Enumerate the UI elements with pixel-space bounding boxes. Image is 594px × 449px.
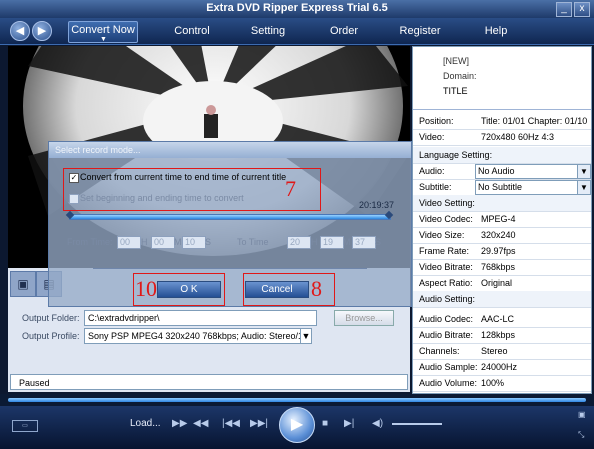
menu-setting[interactable]: Setting <box>228 25 308 37</box>
disc-info: [NEW] Domain: TITLE <box>413 47 591 110</box>
time-display: 20:19:37 <box>359 200 395 210</box>
menu-order[interactable]: Order <box>304 25 384 37</box>
from-second-field[interactable]: 10 <box>182 236 206 249</box>
audio-section: Audio Setting: <box>413 291 591 308</box>
channels-row: Channels: Stereo <box>413 343 591 360</box>
audio-row: Audio: No Audio ▼ <box>413 163 591 180</box>
chevron-down-icon: ▼ <box>577 181 590 194</box>
player-controls: ▭ Load... ▶▶ ◀◀ |◀◀ ▶▶| ▶ ■ ▶| ◀) ▣ ⤡ <box>0 406 594 449</box>
snapshot-icon[interactable]: ▣ <box>10 271 36 297</box>
output-profile-select[interactable]: Sony PSP MPEG4 320x240 768kbps; Audio: S… <box>84 328 303 344</box>
window-title: Extra DVD Ripper Express Trial 6.5 <box>206 2 388 14</box>
audio-label: Audio: <box>419 166 445 176</box>
convert-now-label: Convert Now <box>71 24 135 36</box>
resize-icon[interactable]: ⤡ <box>578 430 584 440</box>
seek-track[interactable] <box>8 398 586 402</box>
second-unit: S <box>205 237 212 247</box>
audio-sample-row: Audio Sample: 24000Hz <box>413 359 591 376</box>
aspect-ratio-row: Aspect Ratio: Original <box>413 275 591 292</box>
position-row: Position: Title: 01/01 Chapter: 01/10 <box>413 113 591 130</box>
close-button[interactable]: x <box>574 2 590 17</box>
video-codec-row: Video Codec: MPEG-4 <box>413 211 591 228</box>
stop-icon[interactable]: ■ <box>322 418 328 429</box>
audio-bitrate-row: Audio Bitrate: 128kbps <box>413 327 591 344</box>
fullscreen-icon[interactable]: ▣ <box>578 410 586 419</box>
volume-icon[interactable]: ◀) <box>372 418 383 429</box>
rewind-icon[interactable]: ◀◀ <box>193 418 208 429</box>
minute-unit: M <box>343 237 351 247</box>
position-value: Title: 01/01 Chapter: 01/10 <box>481 116 588 126</box>
forward-icon[interactable]: ▶ <box>32 21 52 41</box>
hour-unit: H <box>311 237 318 247</box>
audio-codec-row: Audio Codec: AAC-LC <box>413 311 591 328</box>
fast-forward-icon[interactable]: ▶▶ <box>172 418 187 429</box>
to-time-label: To Time <box>237 237 269 247</box>
output-profile-label: Output Profile: <box>22 331 80 341</box>
info-panel: [NEW] Domain: TITLE Position: Title: 01/… <box>412 46 592 394</box>
video-value: 720x480 60Hz 4:3 <box>481 132 555 142</box>
previous-icon[interactable]: |◀◀ <box>222 418 240 429</box>
minimize-button[interactable]: _ <box>556 2 572 17</box>
browse-button[interactable]: Browse... <box>334 310 394 326</box>
to-hour-field[interactable]: 20 <box>287 236 311 249</box>
frame-rate-row: Frame Rate: 29.97fps <box>413 243 591 260</box>
convert-now-button[interactable]: Convert Now ▼ <box>68 21 138 43</box>
output-folder-field[interactable]: C:\extradvdripper\ <box>84 310 317 326</box>
volume-slider[interactable] <box>392 423 442 425</box>
subtitle-select[interactable]: No Subtitle ▼ <box>475 180 591 195</box>
audio-select[interactable]: No Audio ▼ <box>475 164 591 179</box>
video-size-row: Video Size: 320x240 <box>413 227 591 244</box>
new-tag: [NEW] <box>443 56 469 66</box>
menu-register[interactable]: Register <box>380 25 460 37</box>
subtitle-row: Subtitle: No Subtitle ▼ <box>413 179 591 196</box>
video-label: Video: <box>419 132 445 142</box>
to-second-field[interactable]: 37 <box>352 236 376 249</box>
profile-dropdown-icon[interactable]: ▼ <box>300 328 312 344</box>
menu-help[interactable]: Help <box>456 25 536 37</box>
audio-volume-row: Audio Volume: 100% <box>413 375 591 392</box>
second-unit: S <box>375 237 382 247</box>
video-bitrate-row: Video Bitrate: 768kbps <box>413 259 591 276</box>
menu-bar: ◀ ▶ Convert Now ▼ Control Setting Order … <box>0 18 594 45</box>
to-minute-field[interactable]: 19 <box>320 236 344 249</box>
chevron-down-icon: ▼ <box>577 165 590 178</box>
output-folder-label: Output Folder: <box>22 313 80 323</box>
seek-bar[interactable] <box>0 394 594 406</box>
video-section: Video Setting: <box>413 195 591 212</box>
video-row: Video: 720x480 60Hz 4:3 <box>413 129 591 146</box>
from-minute-field[interactable]: 00 <box>151 236 175 249</box>
annotation-8: 8 <box>311 276 322 301</box>
logo-icon: ▭ <box>12 420 38 432</box>
annotation-7: 7 <box>285 176 296 201</box>
subtitle-label: Subtitle: <box>419 182 452 192</box>
play-icon[interactable]: ▶ <box>279 407 315 443</box>
menu-control[interactable]: Control <box>152 25 232 37</box>
title-label: TITLE <box>443 86 468 96</box>
next-icon[interactable]: ▶▶| <box>250 418 268 429</box>
position-label: Position: <box>419 116 454 126</box>
dialog-divider <box>93 268 367 269</box>
load-button[interactable]: Load... <box>130 418 161 429</box>
domain-label: Domain: <box>443 71 477 81</box>
from-time-label: From Time: <box>67 237 113 247</box>
status-bar: Paused <box>10 374 408 390</box>
from-hour-field[interactable]: 00 <box>117 236 141 249</box>
record-mode-dialog: Select record mode... ✓ Convert from cur… <box>48 141 412 307</box>
title-bar: Extra DVD Ripper Express Trial 6.5 _ x <box>0 0 594 18</box>
annotation-box-option <box>63 168 321 211</box>
back-icon[interactable]: ◀ <box>10 21 30 41</box>
minute-unit: M <box>174 237 182 247</box>
dialog-title: Select record mode... <box>49 142 411 158</box>
language-section: Language Setting: <box>413 147 591 164</box>
annotation-10: 10 <box>135 276 157 301</box>
step-icon[interactable]: ▶| <box>344 418 354 429</box>
chevron-down-icon: ▼ <box>100 36 107 43</box>
hour-unit: H <box>141 237 148 247</box>
time-range-slider[interactable] <box>69 214 391 220</box>
